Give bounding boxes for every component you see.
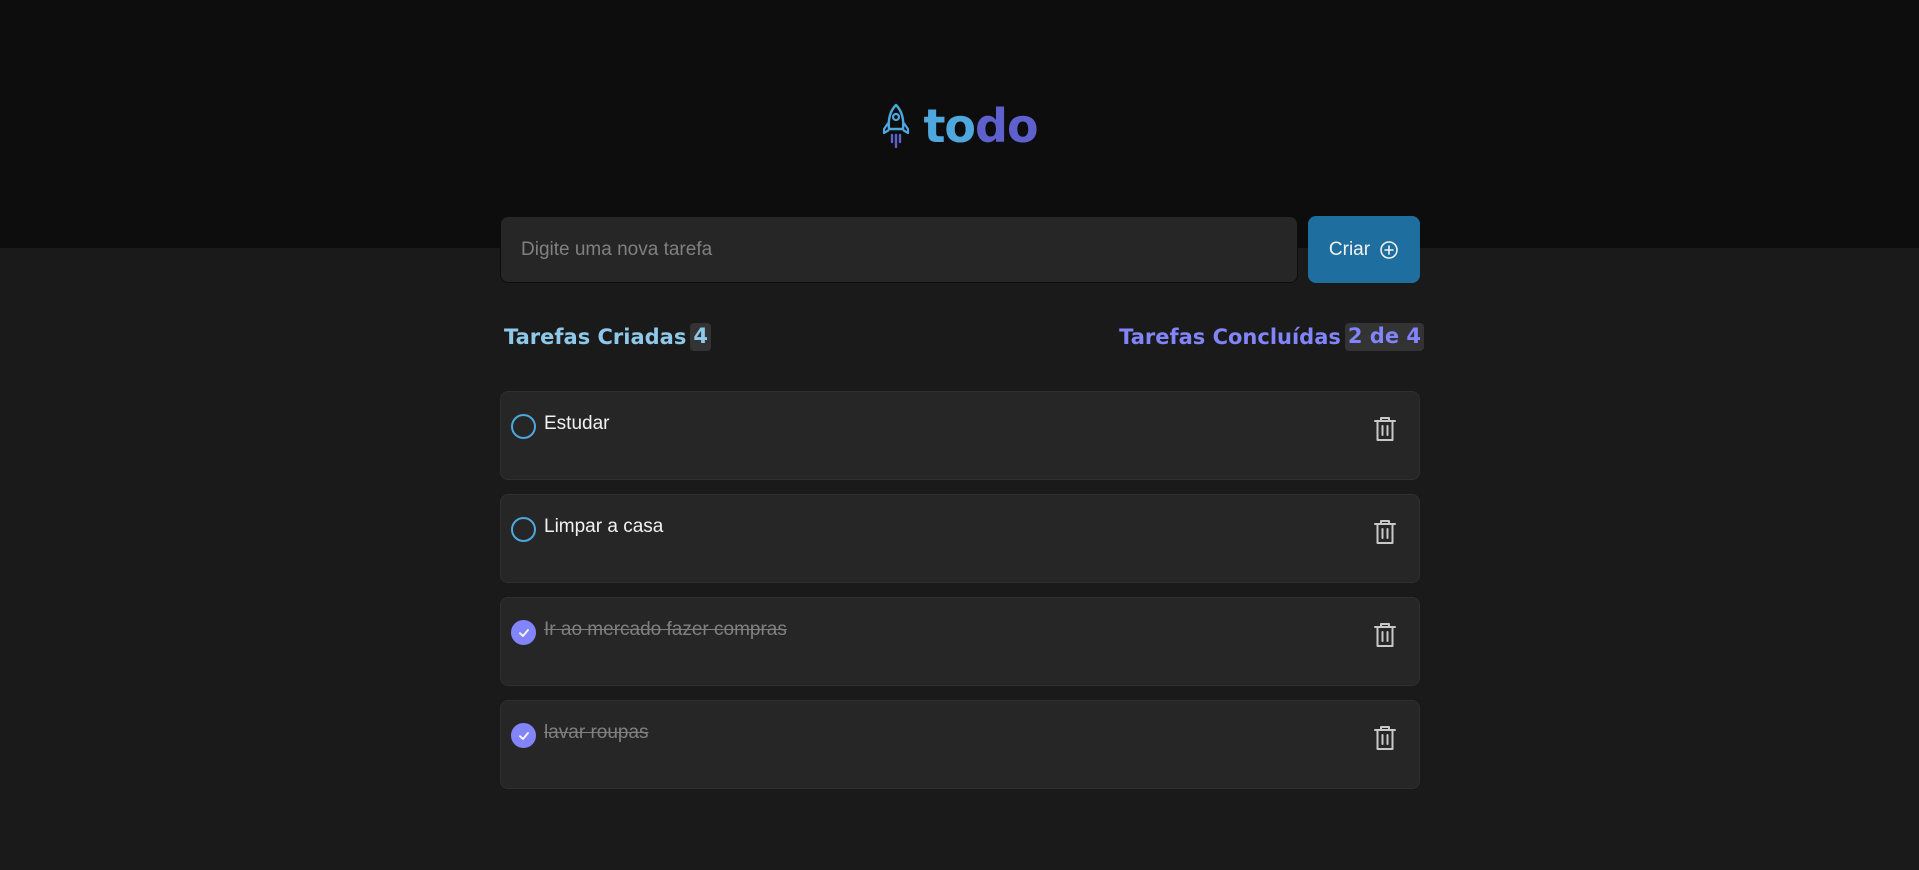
task-text: Estudar (544, 413, 610, 434)
task-checkbox[interactable] (511, 414, 536, 439)
check-icon (518, 628, 529, 637)
plus-circle-icon (1379, 240, 1399, 260)
logo-text-part1: to (923, 99, 976, 153)
created-count-badge: 4 (690, 323, 711, 351)
new-task-input[interactable] (500, 216, 1298, 283)
create-button[interactable]: Criar (1308, 216, 1420, 283)
task-checkbox[interactable] (511, 723, 536, 748)
task-checkbox[interactable] (511, 620, 536, 645)
task-item: Estudar (500, 391, 1420, 480)
rocket-icon (881, 101, 915, 151)
trash-icon[interactable] (1371, 517, 1399, 547)
done-counter: Tarefas Concluídas 2 de 4 (1119, 323, 1424, 351)
trash-icon[interactable] (1371, 414, 1399, 444)
task-text: Limpar a casa (544, 516, 664, 537)
task-text: Ir ao mercado fazer compras (544, 619, 787, 640)
created-counter: Tarefas Criadas 4 (504, 323, 711, 351)
done-count-badge: 2 de 4 (1344, 323, 1424, 351)
trash-icon[interactable] (1371, 620, 1399, 650)
task-checkbox[interactable] (511, 517, 536, 542)
logo-text: todo (923, 103, 1038, 149)
created-counter-label: Tarefas Criadas (504, 325, 687, 349)
task-text: lavar roupas (544, 722, 649, 743)
logo: todo (0, 96, 1919, 156)
task-item: Ir ao mercado fazer compras (500, 597, 1420, 686)
logo-text-part2: do (975, 99, 1039, 153)
create-button-label: Criar (1328, 238, 1371, 260)
trash-icon[interactable] (1371, 723, 1399, 753)
task-list: Estudar Limpar a casa Ir ao mercado faze… (500, 391, 1420, 789)
new-task-form: Criar (500, 216, 1420, 283)
task-item: lavar roupas (500, 700, 1420, 789)
task-counters: Tarefas Criadas 4 Tarefas Concluídas 2 d… (504, 320, 1424, 354)
task-item: Limpar a casa (500, 494, 1420, 583)
check-icon (518, 731, 529, 740)
done-counter-label: Tarefas Concluídas (1119, 325, 1341, 349)
